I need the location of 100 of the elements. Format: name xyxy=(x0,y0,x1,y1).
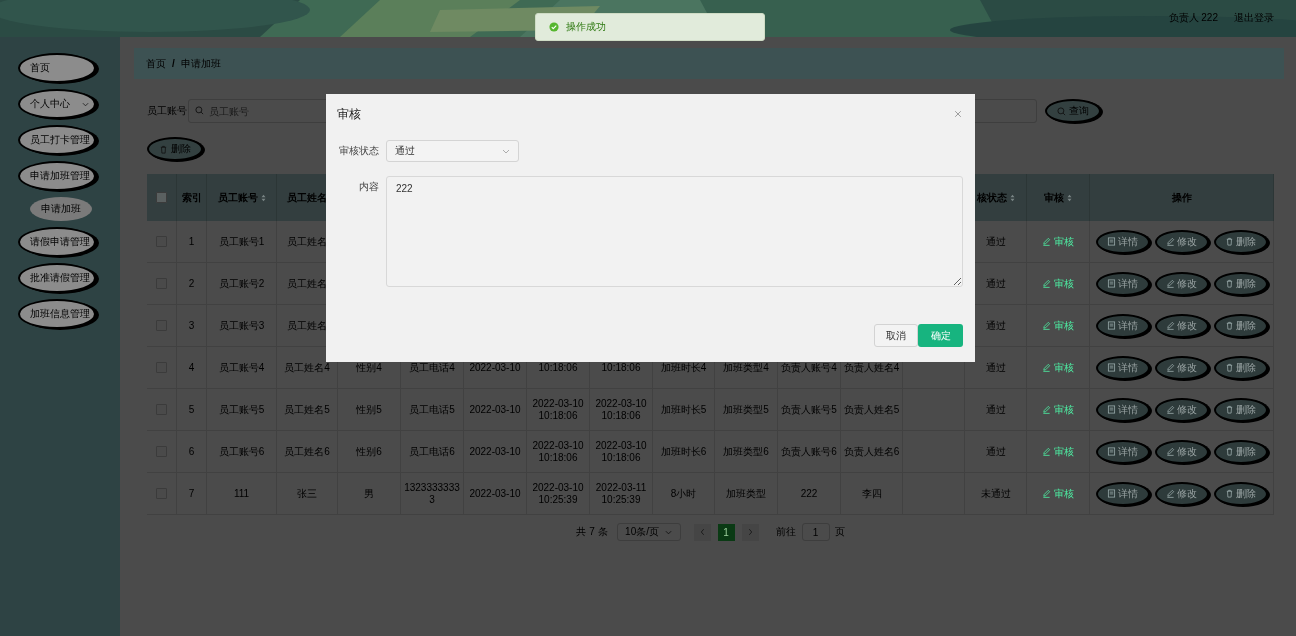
audit-link[interactable]: 审核 xyxy=(1042,486,1074,501)
table-cell: 2 xyxy=(188,277,195,290)
chevron-down-icon xyxy=(82,101,89,107)
pencil-icon xyxy=(1042,489,1051,498)
table-cell: 负责人账号4 xyxy=(781,361,837,374)
status-select[interactable]: 通过 xyxy=(386,140,519,162)
table-cell-text: 2022-03-10 10:18:06 xyxy=(594,397,648,422)
sort-icon[interactable] xyxy=(260,193,266,202)
table-cell: 员工账号1 xyxy=(218,235,265,248)
row-action-button[interactable]: 修改 xyxy=(1154,229,1209,254)
table-cell: 2022-03-10 xyxy=(469,403,521,416)
table-cell: 8小时 xyxy=(670,487,697,500)
close-icon[interactable] xyxy=(954,110,962,118)
row-action-button[interactable]: 删除 xyxy=(1213,355,1268,380)
confirm-button[interactable]: 确定 xyxy=(918,324,963,347)
table-cell: 员工姓名 xyxy=(287,277,327,290)
table-cell: 员工电话5 xyxy=(409,403,455,416)
table-cell: 2022-03-10 xyxy=(469,361,521,374)
sort-icon[interactable] xyxy=(1009,193,1015,202)
row-action-button[interactable]: 详情 xyxy=(1095,355,1150,380)
table-cell: 员工账号6 xyxy=(218,445,265,458)
row-action-button[interactable]: 详情 xyxy=(1095,313,1150,338)
trash-icon xyxy=(1225,237,1234,246)
audit-link[interactable]: 审核 xyxy=(1042,234,1074,249)
table-cell: 负责人姓名5 xyxy=(843,403,900,416)
form-label: 审核状态 xyxy=(338,144,380,158)
page-number[interactable]: 1 xyxy=(717,523,735,541)
row-action-button[interactable]: 删除 xyxy=(1213,313,1268,338)
audit-link[interactable]: 审核 xyxy=(1042,402,1074,417)
row-action-button[interactable]: 详情 xyxy=(1095,397,1150,422)
document-icon xyxy=(1107,279,1116,288)
row-action-button[interactable]: 删除 xyxy=(1213,481,1268,506)
sidebar-item[interactable]: 申请加班管理 xyxy=(18,161,96,191)
row-action-button[interactable]: 删除 xyxy=(1213,229,1268,254)
table-cell: 加班时长4 xyxy=(660,361,707,374)
table-cell: 10:18:06 xyxy=(538,361,578,374)
content-textarea[interactable]: 222 xyxy=(386,176,963,287)
row-action-button[interactable]: 删除 xyxy=(1213,397,1268,422)
row-action-button[interactable]: 修改 xyxy=(1154,397,1209,422)
table-cell: 通过 xyxy=(985,361,1006,374)
table-cell: 通过 xyxy=(985,277,1006,290)
row-action-button[interactable]: 修改 xyxy=(1154,355,1209,380)
sort-icon[interactable] xyxy=(1067,193,1072,202)
sidebar-item[interactable]: 个人中心 xyxy=(18,89,96,119)
table-cell: 222 xyxy=(800,487,818,500)
row-action-button[interactable]: 修改 xyxy=(1154,271,1209,296)
row-action-button[interactable]: 删除 xyxy=(1213,439,1268,464)
audit-link[interactable]: 审核 xyxy=(1042,276,1074,291)
breadcrumb-item[interactable]: 申请加班 xyxy=(180,56,221,71)
row-action-button[interactable]: 详情 xyxy=(1095,271,1150,296)
next-page-button[interactable] xyxy=(741,523,759,541)
pencil-icon xyxy=(1042,363,1051,372)
previous-page-button[interactable] xyxy=(693,523,711,541)
table-cell: 7 xyxy=(188,487,195,500)
row-action-button[interactable]: 详情 xyxy=(1095,439,1150,464)
table-cell: 2022-03-10 xyxy=(469,445,521,458)
row-action-button[interactable]: 修改 xyxy=(1154,313,1209,338)
table-cell: 员工电话6 xyxy=(409,445,455,458)
table-cell: 员工姓名 xyxy=(287,235,327,248)
table-cell: 3 xyxy=(188,319,195,332)
select-all-checkbox[interactable] xyxy=(156,192,167,203)
search-icon xyxy=(1057,106,1066,116)
row-action-button[interactable]: 详情 xyxy=(1095,481,1150,506)
pencil-icon xyxy=(1166,279,1175,288)
trash-icon xyxy=(1225,321,1234,330)
table-cell: 1 xyxy=(188,235,195,248)
pencil-icon xyxy=(1166,321,1175,330)
breadcrumb-item[interactable]: 首页 xyxy=(146,56,166,71)
table-cell: 4 xyxy=(188,361,195,374)
sidebar-item[interactable]: 加班信息管理 xyxy=(18,299,96,329)
cancel-button[interactable]: 取消 xyxy=(874,324,918,347)
table-cell: 13233333333 xyxy=(403,481,461,506)
audit-link[interactable]: 审核 xyxy=(1042,444,1074,459)
table-cell: 性别6 xyxy=(356,445,382,458)
sidebar-subitem[interactable]: 申请加班 xyxy=(30,197,92,221)
table-cell: 10:18:06 xyxy=(601,361,641,374)
table-cell: 员工姓名 xyxy=(287,319,327,332)
row-action-button[interactable]: 详情 xyxy=(1095,229,1150,254)
sidebar-item[interactable]: 请假申请管理 xyxy=(18,227,96,257)
pencil-icon xyxy=(1166,363,1175,372)
chevron-down-icon xyxy=(502,148,510,154)
pencil-icon xyxy=(1166,237,1175,246)
table-cell: 员工账号5 xyxy=(218,403,265,416)
sidebar-item[interactable]: 首页 xyxy=(18,53,96,83)
toast-message: 操作成功 xyxy=(566,20,606,34)
table-cell: 通过 xyxy=(985,445,1006,458)
document-icon xyxy=(1107,363,1116,372)
row-action-button[interactable]: 修改 xyxy=(1154,439,1209,464)
table-cell: 未通过 xyxy=(980,487,1011,500)
document-icon xyxy=(1107,237,1116,246)
sidebar-item[interactable]: 员工打卡管理 xyxy=(18,125,96,155)
row-action-button[interactable]: 删除 xyxy=(1213,271,1268,296)
audit-link[interactable]: 审核 xyxy=(1042,318,1074,333)
document-icon xyxy=(1107,321,1116,330)
table-cell-text: 2022-03-10 10:18:06 xyxy=(531,439,585,464)
sidebar-item[interactable]: 批准请假管理 xyxy=(18,263,96,293)
audit-link[interactable]: 审核 xyxy=(1042,360,1074,375)
breadcrumb-separator: / xyxy=(172,58,175,69)
table-cell: 负责人姓名6 xyxy=(843,445,900,458)
row-action-button[interactable]: 修改 xyxy=(1154,481,1209,506)
